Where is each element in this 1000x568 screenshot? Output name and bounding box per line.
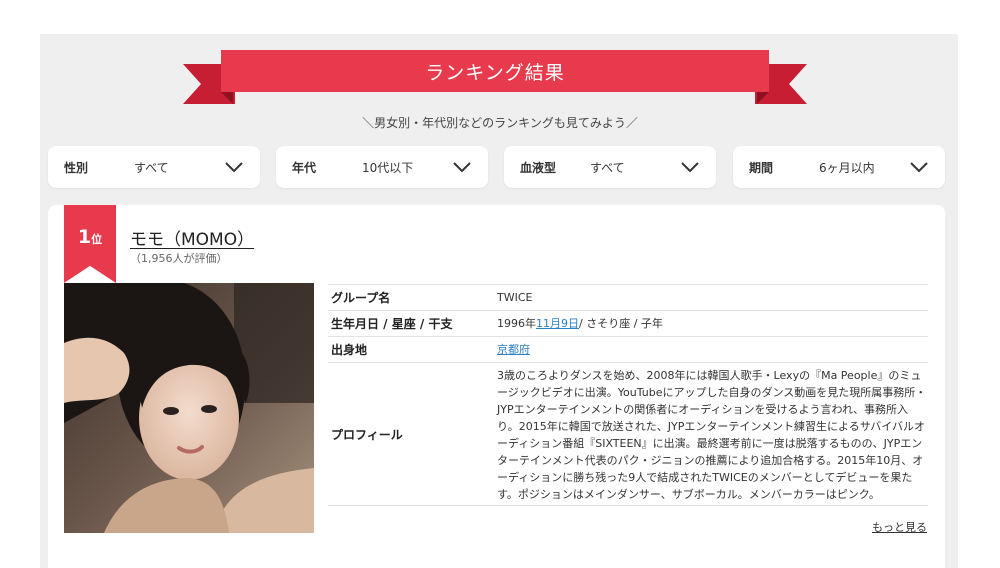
filter-age[interactable]: 年代 10代以下 (276, 146, 488, 188)
rank-label: 1位 (64, 226, 116, 248)
filter-blood-type-value: すべて (590, 161, 625, 175)
chevron-down-icon (910, 162, 928, 173)
rank-unit: 位 (91, 233, 103, 246)
profile-label: プロフィール (331, 427, 403, 442)
rank-number: 1 (77, 226, 92, 248)
person-name-link[interactable]: モモ（MOMO） (130, 225, 254, 250)
group-label: グループ名 (331, 291, 391, 305)
portrait-photo-icon (64, 283, 314, 533)
filter-gender-value: すべて (134, 161, 169, 175)
birth-value: 1996年 11月9日 / さそり座 / 子年 (497, 311, 928, 336)
birthplace-value: 京都府 (497, 337, 928, 362)
birthplace-link[interactable]: 京都府 (497, 341, 530, 358)
filter-age-value: 10代以下 (362, 161, 414, 175)
person-photo[interactable] (64, 283, 314, 533)
table-row: プロフィール 3歳のころよりダンスを始め、2008年には韓国人歌手・Lexyの『… (328, 363, 928, 506)
filter-gender-label: 性別 (64, 161, 89, 175)
chevron-down-icon (453, 162, 471, 173)
table-row: グループ名 TWICE (328, 284, 928, 311)
filter-age-label: 年代 (292, 161, 317, 175)
group-value: TWICE (497, 291, 533, 304)
birth-date-link[interactable]: 11月9日 (536, 315, 579, 332)
birth-rest: / さそり座 / 子年 (579, 317, 663, 330)
profile-table: グループ名 TWICE 生年月日 / 星座 / 干支 1996年 11月9日 / … (328, 284, 928, 506)
filter-blood-type-label: 血液型 (520, 161, 557, 175)
filter-period[interactable]: 期間 6ヶ月以内 (733, 146, 945, 188)
filter-blood-type[interactable]: 血液型 すべて (504, 146, 716, 188)
filter-period-label: 期間 (749, 161, 774, 175)
page-subtitle: ＼男女別・年代別などのランキングも見てみよう／ (362, 116, 638, 130)
birthplace-label: 出身地 (331, 343, 368, 357)
page-title: ランキング結果 (221, 50, 769, 92)
filter-period-value: 6ヶ月以内 (819, 161, 875, 175)
rating-count: （1,956人が評価） (130, 252, 228, 265)
filter-gender[interactable]: 性別 すべて (48, 146, 260, 188)
chevron-down-icon (681, 162, 699, 173)
chevron-down-icon (225, 162, 243, 173)
birth-year: 1996年 (497, 317, 536, 330)
birth-label: 生年月日 / 星座 / 干支 (331, 317, 453, 331)
read-more-link[interactable]: もっと見る (872, 519, 927, 535)
profile-text: 3歳のころよりダンスを始め、2008年には韓国人歌手・Lexyの『Ma Peop… (497, 369, 927, 501)
table-row: 生年月日 / 星座 / 干支 1996年 11月9日 / さそり座 / 子年 (328, 311, 928, 337)
table-row: 出身地 京都府 (328, 337, 928, 363)
title-ribbon: ランキング結果 (183, 50, 807, 108)
